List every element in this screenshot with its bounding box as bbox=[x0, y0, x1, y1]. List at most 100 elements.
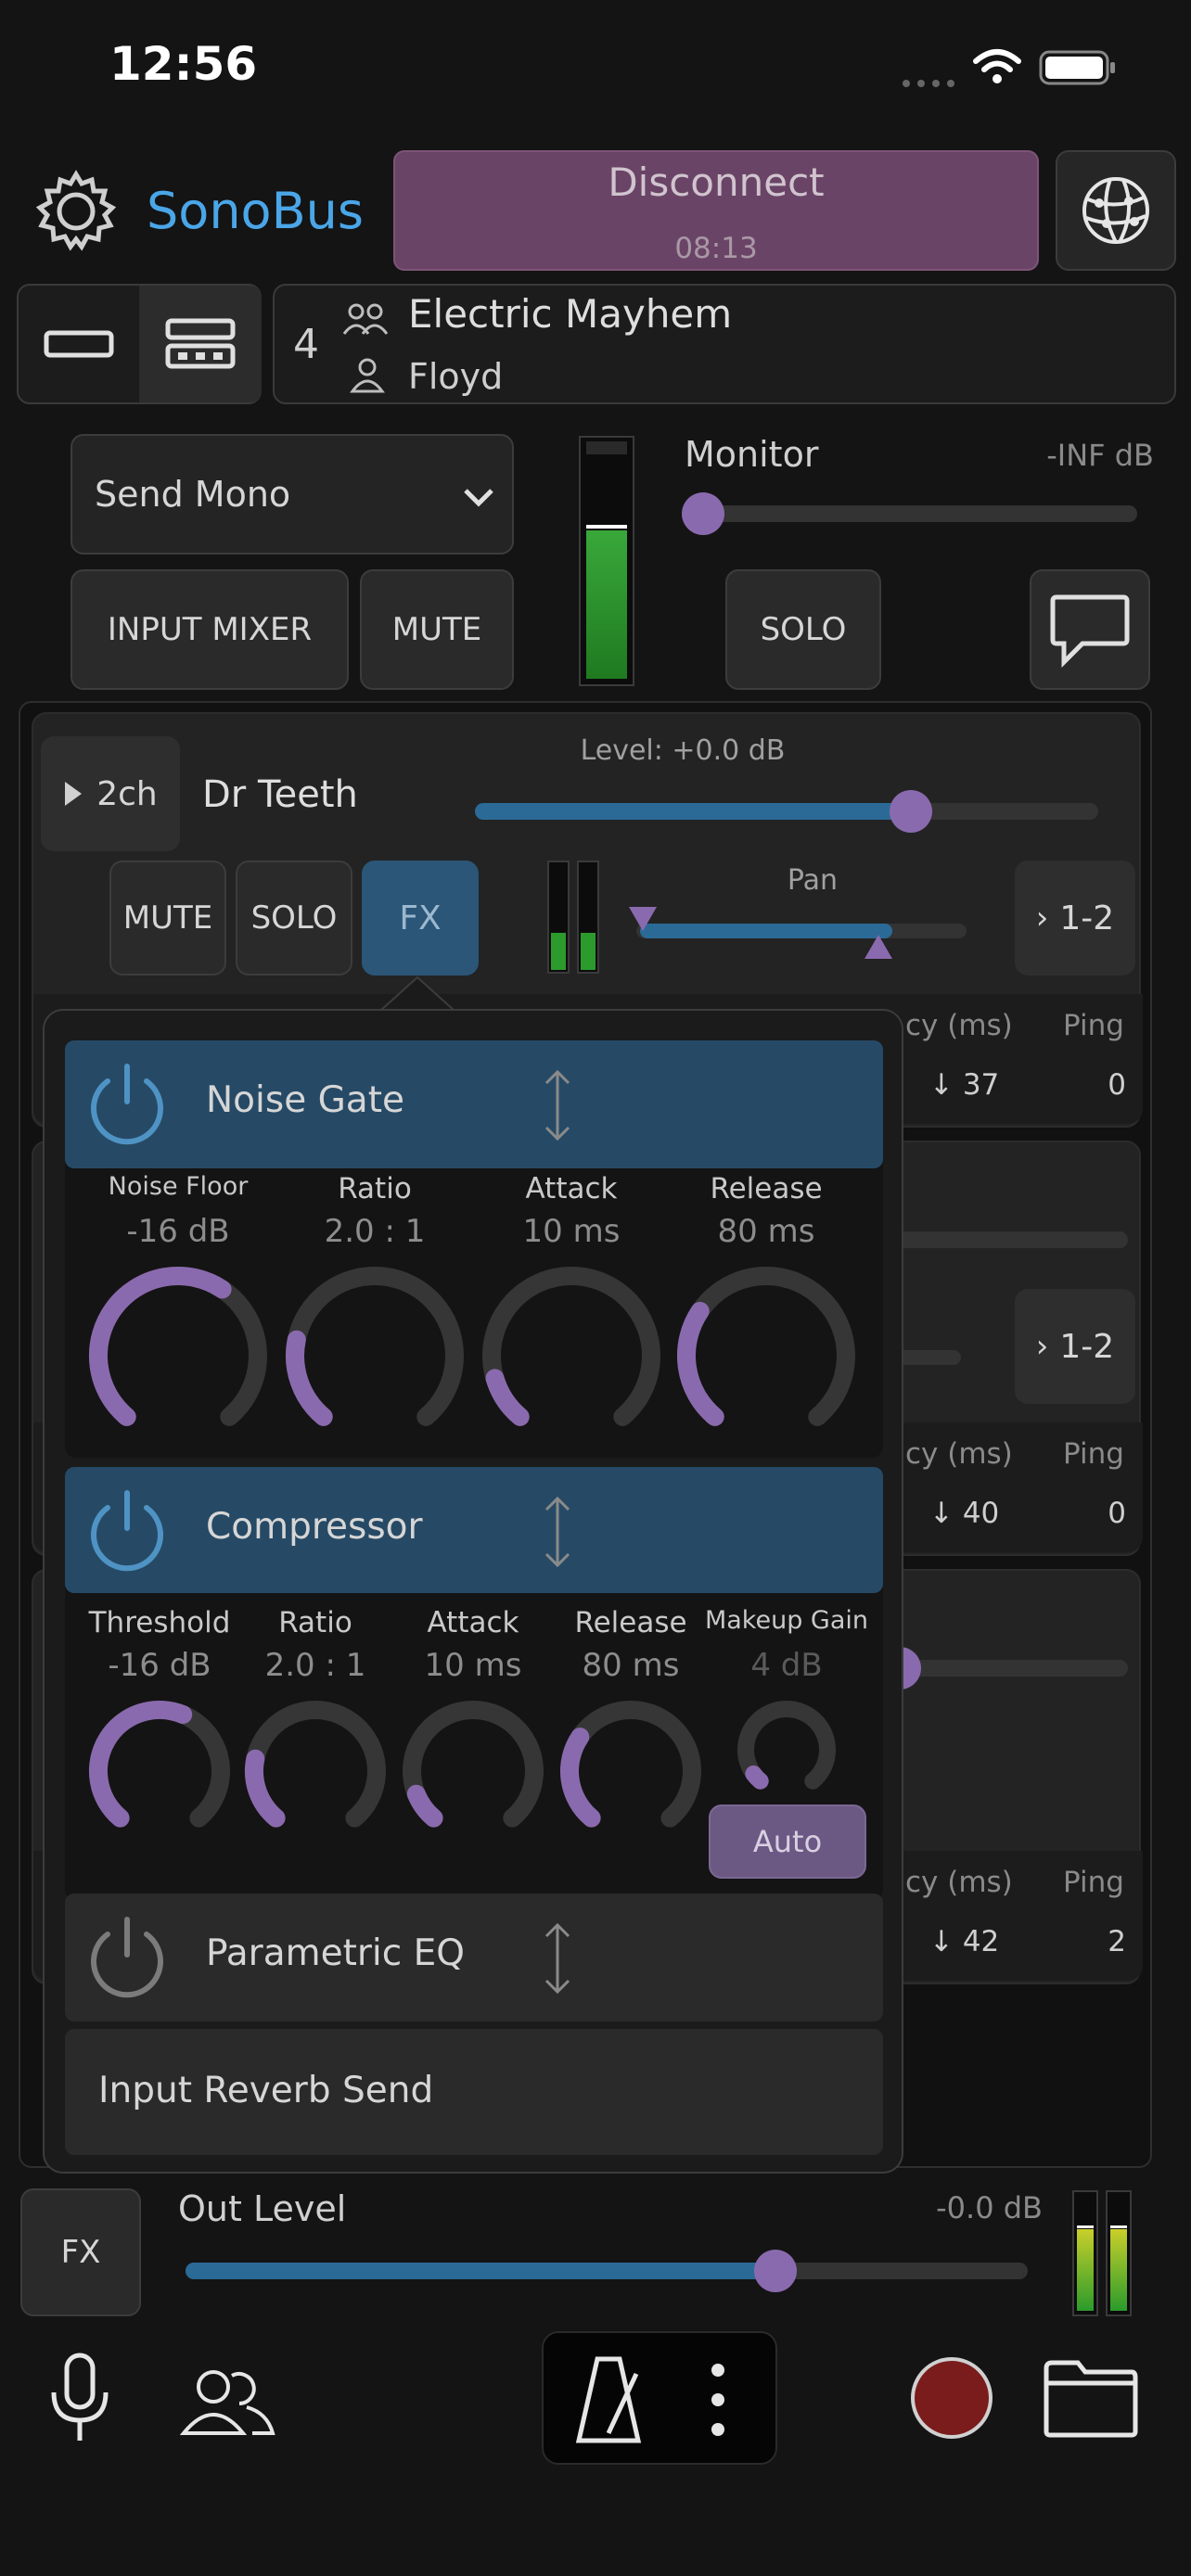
compressor-header[interactable]: Compressor bbox=[65, 1467, 883, 1593]
monitor-label: Monitor bbox=[685, 434, 819, 475]
input-level-meter bbox=[579, 436, 634, 686]
people-icon bbox=[179, 2370, 275, 2435]
peer-count: 4 bbox=[293, 321, 319, 368]
peer-mute-button[interactable]: MUTE bbox=[109, 861, 226, 976]
compressor-power-icon[interactable] bbox=[82, 1486, 173, 1576]
grid-layout-icon bbox=[165, 318, 236, 369]
peer-fx-button[interactable]: FX bbox=[362, 861, 479, 976]
record-button[interactable] bbox=[909, 2355, 994, 2441]
release-knob-dial[interactable] bbox=[558, 1699, 703, 1843]
reorder-arrows-icon[interactable] bbox=[544, 1495, 571, 1569]
makeup-gain-knob-dial[interactable] bbox=[736, 1699, 838, 1801]
comp-knobs-makeup-gain-value: 4 dB bbox=[750, 1647, 823, 1684]
threshold-knob-dial[interactable] bbox=[87, 1699, 232, 1843]
more-options-button[interactable] bbox=[690, 2353, 746, 2446]
input-reverb-send-title: Input Reverb Send bbox=[98, 2070, 434, 2111]
peer-channels-label: 2ch bbox=[96, 774, 158, 813]
metronome-button[interactable] bbox=[571, 2353, 646, 2446]
output-fx-button[interactable]: FX bbox=[20, 2188, 141, 2316]
pan-right-marker[interactable] bbox=[863, 933, 894, 961]
peer-channels-toggle[interactable]: 2ch bbox=[41, 736, 180, 851]
pan-left-marker[interactable] bbox=[627, 905, 659, 933]
comp-knobs-threshold-knob[interactable] bbox=[87, 1699, 232, 1843]
app-title: SonoBus bbox=[147, 182, 364, 240]
single-layout-icon bbox=[44, 330, 114, 358]
out-level-label: Out Level bbox=[178, 2188, 347, 2229]
fx-popup: Noise Gate Noise Floor -16 dB Ratio 2.0 : … bbox=[43, 1009, 903, 2174]
latency-header: cy (ms) bbox=[905, 1866, 1013, 1899]
noise-gate-header[interactable]: Noise Gate bbox=[65, 1040, 883, 1168]
peer-name: Dr Teeth bbox=[202, 773, 358, 816]
comp-knobs-makeup-gain-knob[interactable] bbox=[736, 1699, 838, 1801]
peer-2-level-slider[interactable] bbox=[887, 1231, 1128, 1248]
noise-gate-power-icon[interactable] bbox=[82, 1059, 173, 1150]
gate-knobs-attack-knob[interactable] bbox=[480, 1265, 662, 1447]
more-vertical-icon bbox=[711, 2364, 724, 2436]
settings-gear-icon[interactable] bbox=[33, 169, 119, 254]
files-button[interactable] bbox=[1043, 2359, 1139, 2439]
peer-pan-slider[interactable] bbox=[636, 924, 967, 938]
latency-header: cy (ms) bbox=[905, 1009, 1013, 1042]
send-mode-value: Send Mono bbox=[95, 474, 291, 515]
public-groups-globe-button[interactable] bbox=[1056, 150, 1176, 271]
comp-knobs-attack-knob[interactable] bbox=[401, 1699, 545, 1843]
disconnect-button[interactable]: Disconnect 08:13 bbox=[393, 150, 1039, 271]
multi-view-button[interactable] bbox=[139, 286, 262, 402]
peer-3-level-slider[interactable] bbox=[878, 1647, 1128, 1690]
eq-power-icon[interactable] bbox=[82, 1912, 173, 2003]
ping-value: 0 bbox=[1108, 1497, 1126, 1530]
attack-knob-dial[interactable] bbox=[480, 1265, 662, 1447]
peer-solo-button[interactable]: SOLO bbox=[236, 861, 352, 976]
disconnect-label: Disconnect bbox=[608, 159, 825, 205]
gate-knobs-ratio-knob[interactable] bbox=[284, 1265, 466, 1447]
chevron-down-icon bbox=[464, 489, 493, 507]
makeup-auto-button[interactable]: Auto bbox=[709, 1804, 866, 1879]
cellular-signal-icon bbox=[902, 74, 959, 87]
input-reverb-send-row[interactable]: Input Reverb Send bbox=[65, 2029, 883, 2155]
peer-pan-fill bbox=[640, 924, 892, 938]
peer-pan-label: Pan bbox=[787, 864, 839, 897]
single-view-button[interactable] bbox=[19, 286, 139, 402]
reorder-arrows-icon[interactable] bbox=[544, 1921, 571, 1996]
latency-value: ↓ 42 bbox=[929, 1925, 1000, 1958]
gate-knobs-noise-floor-knob[interactable] bbox=[87, 1265, 269, 1447]
input-mute-button[interactable]: MUTE bbox=[360, 569, 514, 690]
release-knob-dial[interactable] bbox=[675, 1265, 857, 1447]
battery-icon bbox=[1039, 50, 1117, 85]
reorder-arrows-icon[interactable] bbox=[544, 1068, 571, 1142]
peer-route-button[interactable]: › 1-2 bbox=[1015, 861, 1135, 976]
ratio-knob-dial[interactable] bbox=[284, 1265, 466, 1447]
output-meter-left bbox=[1072, 2190, 1098, 2316]
monitor-slider[interactable] bbox=[682, 492, 1137, 535]
peers-button[interactable] bbox=[176, 2355, 278, 2439]
out-level-slider[interactable] bbox=[186, 2250, 1028, 2292]
chat-button[interactable] bbox=[1030, 569, 1150, 690]
out-level-thumb[interactable] bbox=[753, 2250, 797, 2292]
view-toggle bbox=[17, 284, 262, 404]
peer-2-route-button[interactable]: › 1-2 bbox=[1015, 1289, 1135, 1404]
peer-level-slider[interactable] bbox=[475, 790, 1098, 833]
microphone-button[interactable] bbox=[43, 2352, 117, 2444]
gate-knobs-release-knob[interactable] bbox=[675, 1265, 857, 1447]
peer-level-fill bbox=[475, 803, 912, 820]
compressor-title: Compressor bbox=[206, 1506, 423, 1548]
gate-knobs-attack-label: Attack bbox=[525, 1172, 618, 1205]
attack-knob-dial[interactable] bbox=[401, 1699, 545, 1843]
input-solo-button[interactable]: SOLO bbox=[725, 569, 881, 690]
input-mixer-button[interactable]: INPUT MIXER bbox=[70, 569, 349, 690]
triangle-right-icon bbox=[65, 782, 83, 806]
send-mode-dropdown[interactable]: Send Mono bbox=[70, 434, 514, 555]
ratio-knob-dial[interactable] bbox=[243, 1699, 388, 1843]
group-info-panel[interactable]: 4 Electric Mayhem Floyd bbox=[273, 284, 1176, 404]
comp-knobs-ratio-knob[interactable] bbox=[243, 1699, 388, 1843]
comp-knobs-release-knob[interactable] bbox=[558, 1699, 703, 1843]
peer-level-thumb[interactable] bbox=[890, 790, 933, 833]
peer-meter-left bbox=[547, 861, 570, 974]
folder-icon bbox=[1044, 2360, 1138, 2438]
gate-knobs-noise-floor-value: -16 dB bbox=[126, 1213, 230, 1250]
ping-value: 2 bbox=[1108, 1925, 1126, 1958]
noise-floor-knob-dial[interactable] bbox=[87, 1265, 269, 1447]
microphone-icon bbox=[51, 2353, 109, 2441]
eq-header[interactable]: Parametric EQ bbox=[65, 1894, 883, 2021]
monitor-slider-thumb[interactable] bbox=[682, 492, 724, 535]
